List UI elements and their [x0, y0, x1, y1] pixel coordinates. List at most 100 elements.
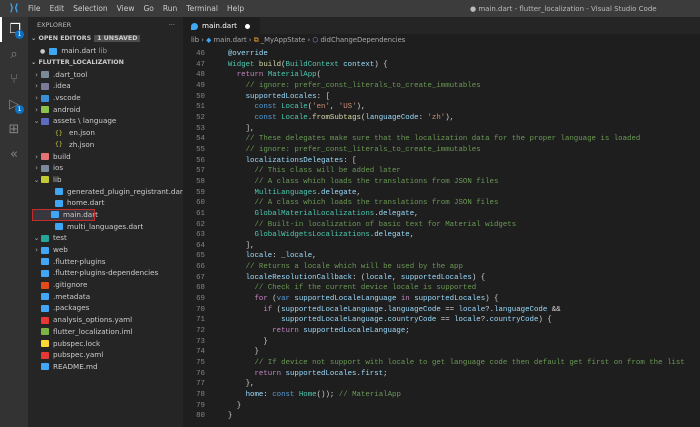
code-token: for: [219, 295, 273, 304]
menu-file[interactable]: File: [28, 4, 41, 13]
tree-item[interactable]: › android: [28, 104, 183, 116]
extensions-icon[interactable]: ⊞: [0, 117, 28, 142]
tree-item-label: .dart_tool: [53, 69, 88, 79]
folder-icon: [41, 246, 49, 254]
code-line: 77 },: [183, 379, 700, 390]
code-token: : [: [343, 156, 357, 165]
tree-item[interactable]: › ios: [28, 162, 183, 174]
unsaved-dot-icon[interactable]: [244, 23, 250, 29]
breadcrumb-class[interactable]: _MyAppState: [261, 36, 306, 44]
breadcrumb: lib › ◆ main.dart › ⧉ _MyAppState › ⬡ di…: [191, 36, 406, 44]
open-editors-section[interactable]: ⌄ OPEN EDITORS 1 UNSAVED: [28, 33, 183, 45]
tree-item[interactable]: › .idea: [28, 80, 183, 92]
menu-help[interactable]: Help: [227, 4, 244, 13]
code-token: const: [219, 103, 282, 112]
tree-item[interactable]: › web: [28, 244, 183, 256]
code-line: 52 const Locale.fromSubtags(languageCode…: [183, 113, 700, 124]
tree-item[interactable]: › .dart_tool: [28, 69, 183, 81]
line-number: 51: [196, 103, 205, 112]
code-line: 60 // A class which loads the translatio…: [183, 198, 700, 209]
code-line: 72 return supportedLocaleLanguage;: [183, 326, 700, 337]
tree-item[interactable]: .metadata: [28, 291, 183, 303]
line-number: 68: [196, 284, 205, 293]
breadcrumb-method[interactable]: didChangeDependencies: [320, 36, 405, 44]
tree-item[interactable]: flutter_localization.iml: [28, 326, 183, 338]
tree-item[interactable]: {} en.json: [28, 127, 183, 139]
tree-item[interactable]: ⌄ assets \ language: [28, 115, 183, 127]
code-area[interactable]: 46 @override 47 Widget build(BuildContext…: [183, 49, 700, 422]
code-token: ],: [219, 124, 255, 133]
code-line: 68 // Check if the current device locale…: [183, 283, 700, 294]
tree-item[interactable]: › build: [28, 151, 183, 163]
dart-file-icon: [55, 223, 63, 231]
more-actions-icon[interactable]: ···: [169, 17, 175, 33]
code-line: 63 GlobalWidgetsLocalizations.delegate,: [183, 230, 700, 241]
source-control-icon[interactable]: ⑂: [0, 67, 28, 92]
menu-terminal[interactable]: Terminal: [186, 4, 218, 13]
run-debug-icon[interactable]: ▷ 1: [0, 92, 28, 117]
tree-item[interactable]: README.md: [28, 361, 183, 373]
code-token: ?.: [480, 316, 490, 325]
tree-item[interactable]: pubspec.yaml: [28, 349, 183, 361]
chevron-icon: ⌄: [33, 233, 40, 243]
open-editor-item[interactable]: ● main.dart lib: [28, 45, 183, 57]
tree-item[interactable]: .packages: [28, 302, 183, 314]
explorer-icon[interactable]: ❐ 1: [0, 17, 28, 42]
tree-item[interactable]: {} zh.json: [28, 139, 183, 151]
class-icon: ⧉: [253, 36, 259, 44]
code-text: ],: [219, 124, 255, 135]
tree-item[interactable]: ⌄ lib: [28, 174, 183, 186]
code-token: supportedLocales: [285, 369, 357, 378]
tree-item[interactable]: ⌄ test: [28, 232, 183, 244]
line-number: 53: [196, 124, 205, 133]
search-icon[interactable]: ⌕: [0, 42, 28, 67]
tree-item[interactable]: analysis_options.yaml: [28, 314, 183, 326]
chevron-icon: ›: [35, 163, 38, 173]
menu-view[interactable]: View: [117, 4, 135, 13]
tree-item-label: android: [53, 104, 81, 114]
tab-main-dart[interactable]: main.dart: [183, 17, 260, 34]
code-token: // Returns a locale which will be used b…: [219, 263, 463, 272]
tree-item-label: ios: [53, 163, 64, 173]
code-token: supportedLocaleLanguage: [303, 327, 406, 336]
code-token: supportedLocaleLanguage: [219, 316, 384, 325]
code-token: build: [258, 60, 282, 69]
line-number: 79: [196, 401, 205, 410]
tree-item[interactable]: multi_languages.dart: [28, 221, 183, 233]
tree-item[interactable]: generated_plugin_registrant.dart: [28, 186, 186, 198]
code-token: 'US': [338, 103, 357, 112]
file-icon: [41, 328, 49, 336]
tree-item[interactable]: .flutter-plugins-dependencies: [28, 267, 183, 279]
code-token: delegate: [321, 188, 357, 197]
code-token: ) {: [538, 316, 552, 325]
tree-item[interactable]: .flutter-plugins: [28, 256, 183, 268]
menu-edit[interactable]: Edit: [50, 4, 65, 13]
code-token: }: [219, 337, 268, 346]
breadcrumb-file[interactable]: main.dart: [214, 36, 247, 44]
tree-item[interactable]: home.dart: [28, 197, 183, 209]
code-text: const Locale.fromSubtags(languageCode: '…: [219, 113, 454, 124]
explorer-badge: 1: [15, 30, 24, 39]
dart-file-icon: ◆: [206, 36, 212, 44]
code-line: 76 return supportedLocales.first;: [183, 369, 700, 380]
flutter-icon[interactable]: «: [0, 142, 28, 167]
tree-item[interactable]: main.dart: [32, 208, 98, 221]
tree-item[interactable]: .gitignore: [28, 279, 183, 291]
code-text: // Returns a locale which will be used b…: [219, 262, 463, 273]
code-text: return MaterialApp(: [219, 70, 321, 81]
menu-go[interactable]: Go: [143, 4, 153, 13]
code-text: const Locale('en', 'US'),: [219, 102, 365, 113]
tree-item[interactable]: pubspec.lock: [28, 338, 183, 350]
code-token: ;: [405, 327, 410, 336]
code-token: }: [219, 348, 259, 357]
line-number: 54: [196, 135, 205, 144]
menu-run[interactable]: Run: [163, 4, 177, 13]
line-number: 60: [196, 199, 205, 208]
project-section[interactable]: ⌄ FLUTTER_LOCALIZATION: [28, 57, 183, 69]
code-token: first: [360, 369, 384, 378]
code-token: supportedLocales: [414, 295, 486, 304]
tree-item[interactable]: › .vscode: [28, 92, 183, 104]
menu-selection[interactable]: Selection: [73, 4, 108, 13]
chevron-icon: ›: [35, 69, 38, 79]
breadcrumb-lib[interactable]: lib: [191, 36, 199, 44]
